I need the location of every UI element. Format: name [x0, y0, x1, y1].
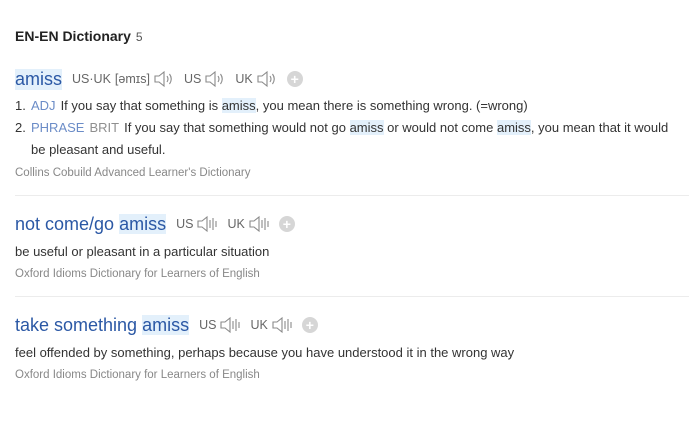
pron-label: UK: [235, 72, 253, 86]
dictionary-panel: EN-EN Dictionary 5 amiss US·UK [əmɪs] US…: [15, 28, 689, 381]
add-to-wordbook-button[interactable]: +: [286, 71, 303, 87]
source-dictionary: Collins Cobuild Advanced Learner's Dicti…: [15, 167, 251, 179]
pron-label: UK: [227, 217, 245, 231]
part-of-speech: ADJ: [31, 98, 56, 113]
speaker-icon[interactable]: [255, 69, 279, 89]
definition-item: 1. ADJ If you say that something is amiss…: [15, 95, 689, 117]
entry-headrow: not come/go amiss US UK +: [15, 212, 689, 236]
headword[interactable]: take something amiss: [15, 314, 190, 336]
highlighted-term: amiss: [221, 98, 256, 113]
definition-list: 1. ADJ If you say that something is amiss…: [15, 95, 689, 161]
pron-us: US: [199, 315, 242, 335]
entry-headrow: amiss US·UK [əmɪs] US UK +: [15, 67, 689, 91]
speaker-icon[interactable]: [203, 69, 227, 89]
speaker-icon[interactable]: [218, 315, 242, 335]
add-to-wordbook-button[interactable]: +: [278, 216, 295, 232]
definition-text: be useful or pleasant in a particular si…: [15, 244, 270, 259]
headword[interactable]: not come/go amiss: [15, 213, 167, 235]
definition-number: 1.: [15, 98, 26, 113]
speaker-icon[interactable]: [270, 315, 294, 335]
pron-us: US: [176, 214, 219, 234]
source-dictionary: Oxford Idioms Dictionary for Learners of…: [15, 369, 260, 381]
entry-take-something-amiss: take something amiss US UK + feel offend…: [15, 313, 689, 381]
pron-uk: UK: [235, 69, 278, 89]
highlighted-term: amiss: [496, 120, 531, 135]
headword[interactable]: amiss: [15, 68, 63, 90]
pron-us: US: [184, 69, 227, 89]
pron-label: US: [183, 72, 202, 86]
usage-label: BRIT: [89, 120, 120, 135]
definition-item: 2. PHRASE BRIT If you say that something w…: [15, 117, 689, 161]
speaker-icon[interactable]: [195, 214, 219, 234]
entry-not-come-go-amiss: not come/go amiss US UK + be useful or p…: [15, 212, 689, 280]
pron-label: US: [199, 318, 217, 332]
highlighted-term: amiss: [349, 120, 384, 135]
source-dictionary: Oxford Idioms Dictionary for Learners of…: [15, 268, 260, 280]
definition-number: 2.: [15, 120, 26, 135]
definition-text: ADJ If you say that something is amiss, y…: [31, 98, 528, 113]
ipa-text: [əmɪs]: [114, 72, 150, 86]
entry-divider: [15, 296, 689, 297]
add-to-wordbook-button[interactable]: +: [301, 317, 318, 333]
dictionary-title: EN-EN Dictionary: [15, 28, 131, 44]
speaker-icon[interactable]: [247, 214, 271, 234]
entry-divider: [15, 195, 689, 196]
pron-uk: UK: [227, 214, 270, 234]
entry-amiss: amiss US·UK [əmɪs] US UK + 1. ADJ If you…: [15, 67, 689, 179]
dictionary-header: EN-EN Dictionary 5: [15, 28, 689, 48]
result-count: 5: [135, 30, 143, 44]
entry-headrow: take something amiss US UK +: [15, 313, 689, 337]
pron-label: US: [176, 217, 194, 231]
pron-label: UK: [250, 318, 268, 332]
pron-uk: UK: [250, 315, 293, 335]
definition-text: feel offended by something, perhaps beca…: [15, 345, 515, 360]
pron-label: US·UK: [72, 72, 111, 86]
speaker-icon[interactable]: [152, 69, 176, 89]
definition-text: PHRASE BRIT If you say that something woul…: [31, 120, 669, 157]
part-of-speech: PHRASE: [31, 120, 85, 135]
pron-us-uk: US·UK [əmɪs]: [72, 69, 176, 89]
